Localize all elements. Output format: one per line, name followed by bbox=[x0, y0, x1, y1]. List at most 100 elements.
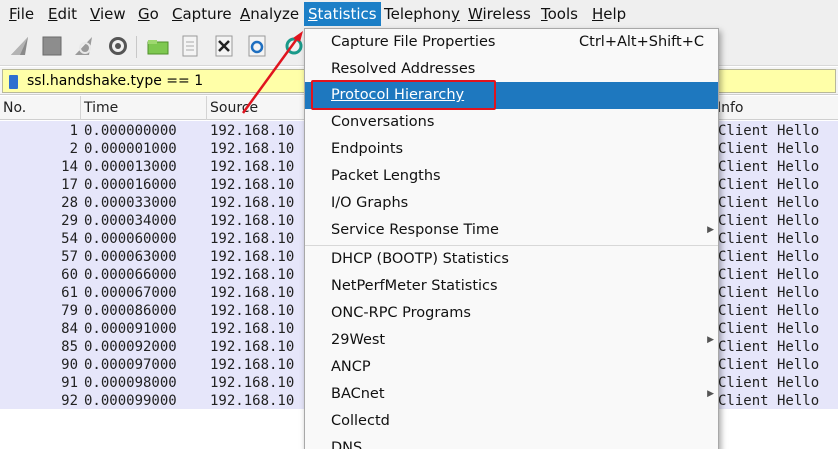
menu-tools-label: ools bbox=[547, 5, 578, 23]
menu-telephony[interactable]: Telephony bbox=[380, 2, 464, 26]
menu-analyze-label: nalyze bbox=[250, 5, 300, 23]
packet-time: 0.000092000 bbox=[84, 339, 177, 355]
shark-fin-start-icon[interactable] bbox=[8, 34, 32, 58]
menu-item-dhcp-statistics[interactable]: DHCP (BOOTP) Statistics bbox=[305, 246, 718, 273]
menu-item-netperfmeter-statistics[interactable]: NetPerfMeter Statistics bbox=[305, 273, 718, 300]
packet-info: Client Hello bbox=[718, 123, 820, 139]
packet-number: 85 bbox=[61, 339, 78, 355]
packet-info: Client Hello bbox=[718, 285, 820, 301]
restart-fin-icon[interactable] bbox=[72, 34, 96, 58]
menu-capture-mnemonic: C bbox=[172, 5, 183, 23]
document-icon[interactable] bbox=[178, 34, 202, 58]
menu-help[interactable]: Help bbox=[588, 2, 630, 26]
column-info[interactable]: Info bbox=[714, 96, 838, 120]
annotation-highlight-box bbox=[311, 80, 496, 110]
packet-number: 29 bbox=[61, 213, 78, 229]
menu-item-label: I/O Graphs bbox=[331, 195, 409, 211]
menu-edit[interactable]: Edit bbox=[44, 2, 81, 26]
menu-analyze[interactable]: Analyze bbox=[236, 2, 303, 26]
column-no[interactable]: No. bbox=[0, 96, 81, 120]
menu-item-label: Endpoints bbox=[331, 141, 404, 157]
packet-info: Client Hello bbox=[718, 213, 820, 229]
menu-statistics-label: tatistics bbox=[317, 5, 377, 23]
menu-item-resolved-addresses[interactable]: Resolved Addresses bbox=[305, 56, 718, 83]
packet-source: 192.168.10 bbox=[210, 339, 295, 355]
menu-item-label: Resolved Addresses bbox=[331, 61, 476, 77]
column-time[interactable]: Time bbox=[81, 96, 207, 120]
menu-tools[interactable]: Tools bbox=[537, 2, 582, 26]
menu-go[interactable]: Go bbox=[134, 2, 163, 26]
menu-wireless[interactable]: Wireless bbox=[464, 2, 535, 26]
menu-item-label: ANCP bbox=[331, 359, 371, 375]
menu-item-service-response-time[interactable]: Service Response Time ▶ bbox=[305, 217, 718, 244]
menu-telephony-label: Telephon bbox=[384, 5, 451, 23]
packet-info: Client Hello bbox=[718, 177, 820, 193]
menu-analyze-mnemonic: A bbox=[240, 5, 251, 23]
packet-info: Client Hello bbox=[718, 321, 820, 337]
gear-options-icon[interactable] bbox=[106, 34, 130, 58]
menu-help-mnemonic: H bbox=[592, 5, 604, 23]
menu-wireless-mnemonic: W bbox=[468, 5, 483, 23]
open-folder-icon[interactable] bbox=[146, 34, 170, 58]
menu-item-bacnet[interactable]: BACnet ▶ bbox=[305, 381, 718, 408]
packet-time: 0.000091000 bbox=[84, 321, 177, 337]
menu-item-dns[interactable]: DNS bbox=[305, 435, 718, 449]
menu-file-mnemonic: F bbox=[9, 5, 17, 23]
menu-view-label: iew bbox=[99, 5, 126, 23]
packet-info: Client Hello bbox=[718, 393, 820, 409]
packet-time: 0.000099000 bbox=[84, 393, 177, 409]
menu-capture-label: apture bbox=[182, 5, 232, 23]
menu-item-label: NetPerfMeter Statistics bbox=[331, 278, 498, 294]
menu-item-packet-lengths[interactable]: Packet Lengths bbox=[305, 163, 718, 190]
packet-time: 0.000033000 bbox=[84, 195, 177, 211]
menu-item-collectd[interactable]: Collectd bbox=[305, 408, 718, 435]
menu-go-mnemonic: G bbox=[138, 5, 150, 23]
close-file-icon[interactable] bbox=[212, 34, 236, 58]
packet-number: 2 bbox=[69, 141, 78, 157]
menu-item-endpoints[interactable]: Endpoints bbox=[305, 136, 718, 163]
menu-item-onc-rpc-programs[interactable]: ONC-RPC Programs bbox=[305, 300, 718, 327]
menu-telephony-mnemonic: y bbox=[450, 5, 460, 23]
column-source[interactable]: Source bbox=[207, 96, 307, 120]
menu-edit-label: dit bbox=[57, 5, 78, 23]
packet-number: 91 bbox=[61, 375, 78, 391]
packet-source: 192.168.10 bbox=[210, 249, 295, 265]
packet-time: 0.000013000 bbox=[84, 159, 177, 175]
menu-item-capture-file-properties[interactable]: Capture File Properties Ctrl+Alt+Shift+C bbox=[305, 29, 718, 56]
packet-source: 192.168.10 bbox=[210, 285, 295, 301]
menu-capture[interactable]: Capture bbox=[168, 2, 236, 26]
packet-number: 17 bbox=[61, 177, 78, 193]
packet-time: 0.000086000 bbox=[84, 303, 177, 319]
packet-number: 1 bbox=[69, 123, 78, 139]
packet-number: 79 bbox=[61, 303, 78, 319]
packet-info: Client Hello bbox=[718, 249, 820, 265]
submenu-arrow-icon: ▶ bbox=[707, 389, 714, 399]
menu-item-label: Packet Lengths bbox=[331, 168, 441, 184]
packet-info: Client Hello bbox=[718, 159, 820, 175]
packet-time: 0.000066000 bbox=[84, 267, 177, 283]
stop-square-icon[interactable] bbox=[40, 34, 64, 58]
packet-info: Client Hello bbox=[718, 267, 820, 283]
packet-info: Client Hello bbox=[718, 339, 820, 355]
reload-icon[interactable] bbox=[245, 34, 269, 58]
packet-source: 192.168.10 bbox=[210, 123, 295, 139]
menu-statistics-mnemonic: S bbox=[308, 5, 318, 23]
bookmark-icon[interactable] bbox=[9, 75, 18, 89]
menu-item-label: ONC-RPC Programs bbox=[331, 305, 471, 321]
menu-item-io-graphs[interactable]: I/O Graphs bbox=[305, 190, 718, 217]
packet-number: 90 bbox=[61, 357, 78, 373]
menu-statistics[interactable]: Statistics bbox=[304, 2, 381, 26]
menu-item-label: Conversations bbox=[331, 114, 435, 130]
menu-item-ancp[interactable]: ANCP bbox=[305, 354, 718, 381]
packet-source: 192.168.10 bbox=[210, 177, 295, 193]
menu-item-conversations[interactable]: Conversations bbox=[305, 109, 718, 136]
menu-file[interactable]: File bbox=[5, 2, 38, 26]
menu-item-29west[interactable]: 29West ▶ bbox=[305, 327, 718, 354]
packet-info: Client Hello bbox=[718, 195, 820, 211]
packet-info: Client Hello bbox=[718, 141, 820, 157]
toolbar-separator bbox=[136, 36, 137, 58]
menu-view[interactable]: View bbox=[86, 2, 130, 26]
submenu-arrow-icon: ▶ bbox=[707, 335, 714, 345]
packet-number: 14 bbox=[61, 159, 78, 175]
packet-source: 192.168.10 bbox=[210, 231, 295, 247]
